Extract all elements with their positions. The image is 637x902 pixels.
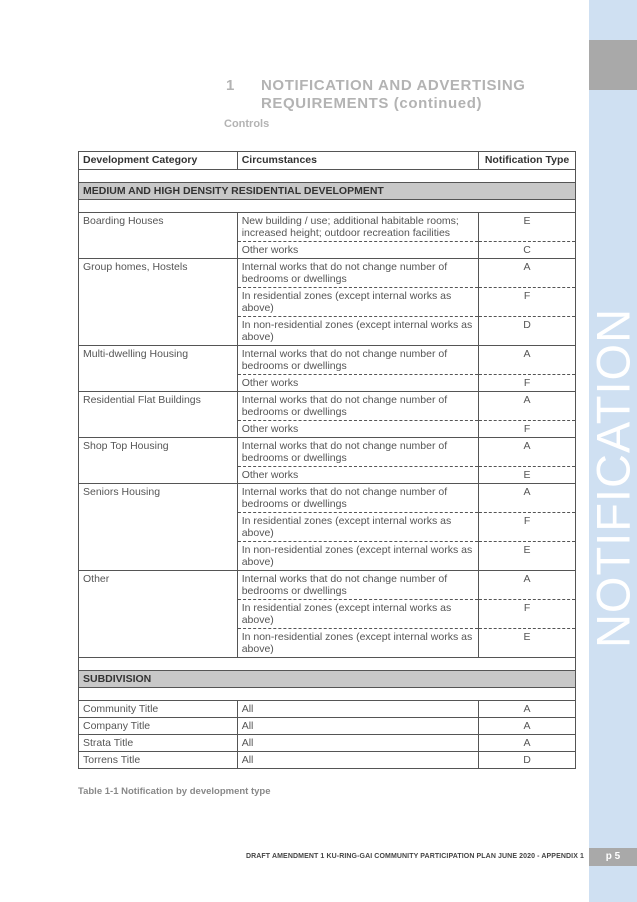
notification-type: D — [478, 316, 576, 346]
development-category: Shop Top Housing — [78, 437, 238, 484]
page-number: p 5 — [589, 848, 637, 866]
circumstance: All — [237, 751, 480, 769]
notification-type: C — [478, 241, 576, 259]
circumstance: Internal works that do not change number… — [237, 483, 480, 513]
section-header-row: SUBDIVISION — [78, 670, 576, 688]
circumstance: In residential zones (except internal wo… — [237, 512, 480, 542]
column-header: Notification Type — [478, 151, 576, 170]
notification-type: A — [478, 437, 576, 467]
spacer-cell — [78, 199, 576, 213]
notification-type: E — [478, 212, 576, 242]
development-category: Group homes, Hostels — [78, 258, 238, 346]
notification-type: F — [478, 374, 576, 392]
table-row: Group homes, Hostels Internal works that … — [78, 258, 576, 346]
circumstance: New building / use; additional habitable… — [237, 212, 480, 242]
section-header-row: MEDIUM AND HIGH DENSITY RESIDENTIAL DEVE… — [78, 182, 576, 200]
circumstance: Other works — [237, 241, 480, 259]
notification-type: A — [478, 717, 576, 735]
column-header: Circumstances — [236, 151, 480, 170]
circumstance: All — [237, 700, 480, 718]
circumstance: Internal works that do not change number… — [237, 345, 480, 375]
development-category: Boarding Houses — [78, 212, 238, 259]
column-header: Development Category — [78, 151, 238, 170]
table-row: Multi-dwelling Housing Internal works tha… — [78, 345, 576, 392]
table-row: Seniors Housing Internal works that do no… — [78, 483, 576, 571]
page-footer: DRAFT AMENDMENT 1 KU-RING-GAI COMMUNITY … — [245, 853, 584, 860]
notification-type: A — [478, 258, 576, 288]
development-category: Torrens Title — [78, 751, 238, 769]
notification-table: Development Category Circumstances Notif… — [78, 151, 576, 769]
circumstance: All — [237, 734, 480, 752]
notification-type: A — [478, 483, 576, 513]
section-vertical-title: NOTIFICATION — [586, 307, 637, 649]
circumstance: Other works — [237, 374, 480, 392]
subheading: Controls — [224, 118, 270, 130]
circumstance: Internal works that do not change number… — [237, 437, 480, 467]
development-category: Residential Flat Buildings — [78, 391, 238, 438]
table-header-row: Development Category Circumstances Notif… — [78, 151, 576, 170]
notification-type: F — [478, 512, 576, 542]
notification-type: D — [478, 751, 576, 769]
circumstance: In non-residential zones (except interna… — [237, 628, 480, 658]
spacer-row — [78, 199, 576, 213]
development-category: Seniors Housing — [78, 483, 238, 571]
development-category: Strata Title — [78, 734, 238, 752]
notification-type: F — [478, 287, 576, 317]
circumstance: Internal works that do not change number… — [237, 258, 480, 288]
table-row: Residential Flat Buildings Internal works… — [78, 391, 576, 438]
circumstance: In non-residential zones (except interna… — [237, 316, 480, 346]
circumstance: Internal works that do not change number… — [237, 391, 480, 421]
table-row: Other Internal works that do not change n… — [78, 570, 576, 658]
notification-type: E — [478, 541, 576, 571]
development-category: Other — [78, 570, 238, 658]
section-number: 1 — [226, 77, 235, 94]
side-tab: NOTIFICATION p 5 — [586, 0, 637, 902]
notification-type: F — [478, 599, 576, 629]
spacer-cell — [78, 687, 576, 701]
spacer-cell — [78, 169, 576, 183]
table-row: Strata Title All A — [78, 734, 576, 752]
spacer-row — [78, 657, 576, 671]
table-body: MEDIUM AND HIGH DENSITY RESIDENTIAL DEVE… — [78, 169, 576, 769]
development-category: Multi-dwelling Housing — [78, 345, 238, 392]
circumstance: In residential zones (except internal wo… — [237, 599, 480, 629]
table-row: Company Title All A — [78, 717, 576, 735]
development-category: Company Title — [78, 717, 238, 735]
circumstance: Other works — [237, 466, 480, 484]
notification-type: A — [478, 570, 576, 600]
table-row: Shop Top Housing Internal works that do n… — [78, 437, 576, 484]
notification-type: A — [478, 700, 576, 718]
notification-type: F — [478, 420, 576, 438]
section-title: SUBDIVISION — [78, 670, 576, 688]
section-title-line-2: REQUIREMENTS (continued) — [261, 95, 483, 112]
side-tab-block — [589, 40, 637, 90]
table-row: Boarding Houses New building / use; addit… — [78, 212, 576, 259]
table-caption: Table 1-1 Notification by development ty… — [78, 786, 271, 797]
table-row: Torrens Title All D — [78, 751, 576, 769]
circumstance: In residential zones (except internal wo… — [237, 287, 480, 317]
notification-type: A — [478, 391, 576, 421]
spacer-cell — [78, 657, 576, 671]
spacer-row — [78, 169, 576, 183]
circumstance: In non-residential zones (except interna… — [237, 541, 480, 571]
notification-type: E — [478, 628, 576, 658]
notification-type: E — [478, 466, 576, 484]
development-category: Community Title — [78, 700, 238, 718]
table-row: Community Title All A — [78, 700, 576, 718]
section-title: MEDIUM AND HIGH DENSITY RESIDENTIAL DEVE… — [78, 182, 576, 200]
circumstance: Other works — [237, 420, 480, 438]
spacer-row — [78, 687, 576, 701]
circumstance: All — [237, 717, 480, 735]
notification-type: A — [478, 345, 576, 375]
circumstance: Internal works that do not change number… — [237, 570, 480, 600]
notification-type: A — [478, 734, 576, 752]
section-title-line-1: NOTIFICATION AND ADVERTISING — [261, 77, 526, 94]
